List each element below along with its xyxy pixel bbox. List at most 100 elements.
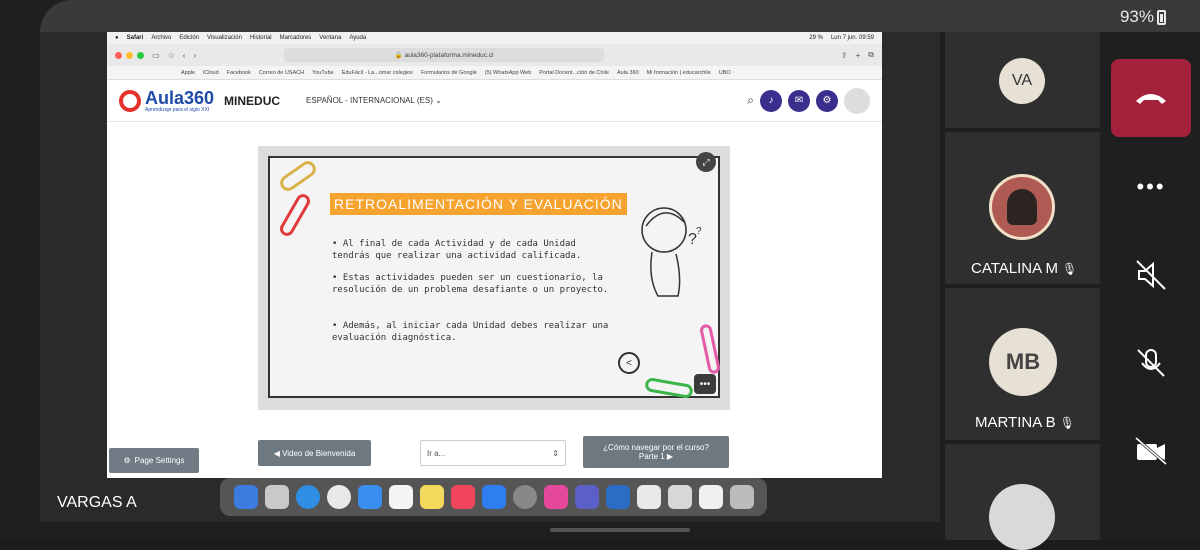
home-indicator <box>550 528 690 532</box>
photos-icon[interactable] <box>388 485 413 509</box>
fav-item: UBO <box>718 69 731 76</box>
status-area <box>40 0 1200 32</box>
end-call-button[interactable] <box>1111 59 1191 137</box>
phone-hangup-icon <box>1136 94 1166 104</box>
word-icon[interactable] <box>605 485 630 509</box>
logo-mark-icon <box>119 89 141 112</box>
zoom-window-button <box>137 51 144 59</box>
fav-item: Formularios de Google <box>420 69 477 76</box>
battery-indicator: 93% <box>1120 7 1166 27</box>
downloads-icon[interactable] <box>698 485 723 509</box>
header-icons: ⌕ ♪ ✉ ⚙ <box>747 87 870 114</box>
fav-item: Apple <box>181 69 196 76</box>
course-navigation: ⚙ Page Settings ◀ Video de Bienvenida Ir… <box>107 436 882 473</box>
system-preferences-icon[interactable] <box>512 485 537 509</box>
menu-archivo: Archivo <box>151 35 172 41</box>
mac-dock <box>220 478 767 516</box>
aula360-logo: Aula360 Aprendizaje para el siglo XXI <box>119 89 214 113</box>
fav-item: Portal Docent...ción de Chile <box>539 69 609 76</box>
finder-icon[interactable] <box>233 485 258 509</box>
star-icon: ☆ <box>167 50 175 60</box>
slide-expand-icon[interactable]: ⤢ <box>696 152 716 172</box>
slide-title: RETROALIMENTACIÓN Y EVALUACIÓN <box>330 193 627 215</box>
fav-item: EduFácil - La...omar colegios <box>341 69 413 76</box>
avatar <box>989 174 1055 240</box>
presenter-name: VARGAS A <box>57 494 137 511</box>
menu-visualizacion: Visualización <box>207 35 242 41</box>
participant-tile-catalina[interactable]: CATALINA M 🎙︎ <box>945 132 1100 284</box>
mac-clock: Lun 7 jun. 09:59 <box>830 35 874 41</box>
fav-item: Aula 360 <box>616 69 639 76</box>
menu-safari: Safari <box>126 35 144 41</box>
safari-icon[interactable] <box>295 485 320 509</box>
teams-icon[interactable] <box>574 485 599 509</box>
window-controls <box>115 51 144 59</box>
mic-toggle-button[interactable] <box>1111 324 1191 402</box>
menu-edicion: Edición <box>179 35 200 41</box>
mic-off-icon: 🎙︎ <box>1061 261 1078 276</box>
speaker-mute-button[interactable] <box>1111 236 1191 314</box>
app-store-icon[interactable] <box>481 485 506 509</box>
slide-content: RETROALIMENTACIÓN Y EVALUACIÓN • Al fina… <box>268 152 722 400</box>
user-avatar <box>844 87 870 114</box>
apple-icon: ● <box>115 35 119 41</box>
paperclip-yellow-icon <box>277 157 319 195</box>
chrome-icon[interactable] <box>326 485 351 509</box>
participant-tile-martina[interactable]: MB MARTINA B 🎙︎ <box>945 288 1100 440</box>
fav-item: (5) WhatsApp Web <box>484 69 532 76</box>
avatar: MB <box>989 328 1057 396</box>
menu-ventana: Ventana <box>319 35 342 41</box>
participant-name: MARTINA B 🎙︎ <box>975 414 1075 431</box>
folder-icon[interactable] <box>543 485 568 509</box>
slide-back-button[interactable]: < <box>618 352 640 374</box>
goto-select[interactable]: Ir a... ⇕ <box>420 440 566 466</box>
fav-item: YouTube <box>312 69 334 76</box>
back-icon: ‹ <box>182 50 186 60</box>
mic-off-icon <box>1137 349 1165 377</box>
mac-battery: 29 % <box>809 35 823 41</box>
documents-icon[interactable] <box>667 485 692 509</box>
participant-tile-va[interactable]: VA <box>945 32 1100 128</box>
safari-toolbar: ▭ ☆ ‹ › 🔒 aula360-plataforma.mineduc.cl … <box>107 44 882 66</box>
camera-toggle-button[interactable] <box>1111 412 1191 490</box>
logo-subtitle: Aprendizaje para el siglo XXI <box>145 106 210 113</box>
brand-name: MINEDUC <box>224 93 281 108</box>
notes-icon[interactable] <box>419 485 444 509</box>
tabs-icon: ⧉ <box>868 50 874 59</box>
previous-activity-button[interactable]: ◀ Video de Bienvenida <box>258 440 371 466</box>
slide-menu-button[interactable]: ••• <box>694 374 716 394</box>
next-activity-button[interactable]: ¿Cómo navegar por el curso? Parte 1 ▶ <box>583 436 729 468</box>
speaker-off-icon <box>1136 260 1166 290</box>
participant-tile-partial[interactable] <box>945 444 1100 550</box>
slide-bullet: • Estas actividades pueden ser un cuesti… <box>332 273 609 295</box>
messages-icon: ✉ <box>788 89 810 112</box>
logo-title: Aula360 <box>145 87 215 108</box>
trash-icon[interactable] <box>729 485 754 509</box>
preview-icon[interactable] <box>636 485 661 509</box>
menu-marcadores: Marcadores <box>279 35 312 41</box>
thinking-girl-illustration: ? ? <box>641 207 702 297</box>
new-tab-icon: + <box>855 50 861 60</box>
avatar: VA <box>999 58 1045 104</box>
url-bar: 🔒 aula360-plataforma.mineduc.cl <box>284 48 605 62</box>
mac-menubar: ● Safari Archivo Edición Visualización H… <box>107 32 882 44</box>
lock-icon: 🔒 <box>394 52 405 59</box>
mail-icon[interactable] <box>357 485 382 509</box>
avatar <box>989 484 1055 550</box>
url-text: aula360-plataforma.mineduc.cl <box>404 51 494 59</box>
triangle-left-icon: ◀ <box>273 448 283 458</box>
fav-item: Correo de USACH <box>258 69 305 76</box>
presentation-slide: RETROALIMENTACIÓN Y EVALUACIÓN • Al fina… <box>258 146 730 410</box>
svg-text:?: ? <box>696 226 702 237</box>
participant-name: CATALINA M 🎙︎ <box>971 260 1078 277</box>
launchpad-icon[interactable] <box>264 485 289 509</box>
share-icon: ⇪ <box>840 50 848 60</box>
favorites-bar: Apple iCloud Facebook Correo de USACH Yo… <box>107 66 882 80</box>
camera-off-icon <box>1135 436 1167 466</box>
battery-icon <box>1157 9 1166 25</box>
mic-off-icon: 🎙︎ <box>1059 415 1075 430</box>
more-options-button[interactable]: ••• <box>1111 148 1191 226</box>
music-icon[interactable] <box>450 485 475 509</box>
close-window-button <box>115 51 122 59</box>
page-settings-button[interactable]: ⚙ Page Settings <box>109 448 199 473</box>
